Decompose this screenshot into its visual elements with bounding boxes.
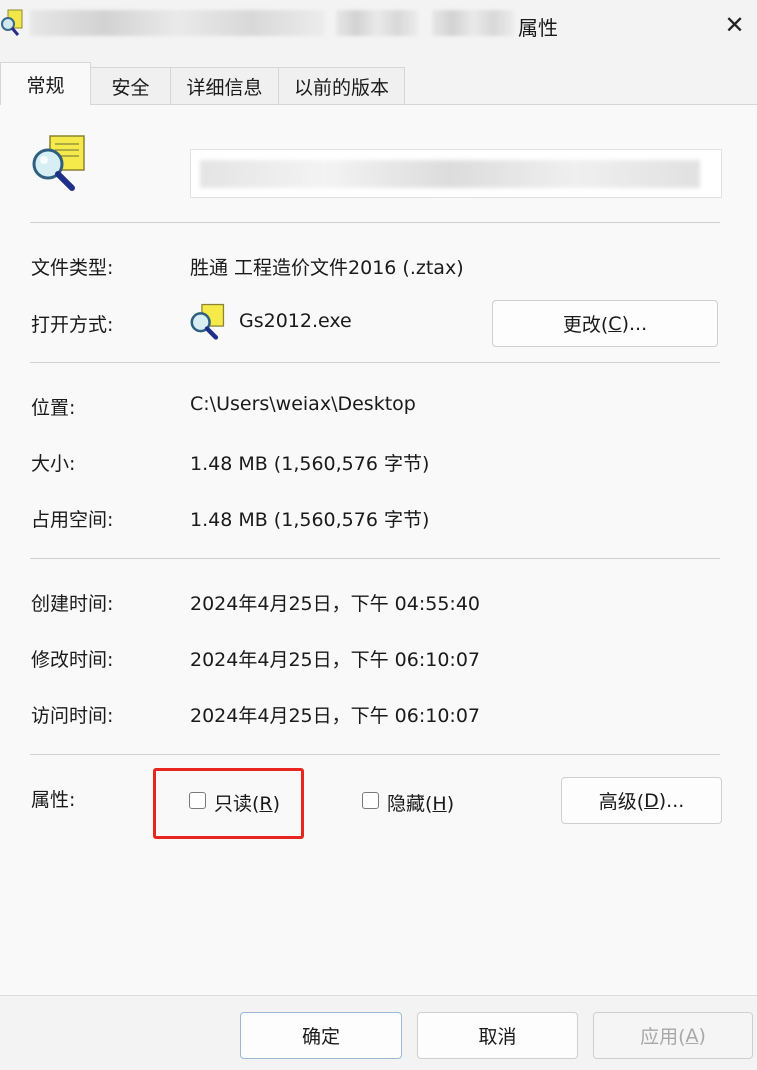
- change-button[interactable]: 更改(C)...: [492, 300, 718, 347]
- advanced-button[interactable]: 高级(D)...: [561, 777, 722, 824]
- size-label: 大小:: [31, 453, 76, 475]
- checkbox-label: 隐藏(: [387, 793, 433, 815]
- separator: [30, 222, 720, 223]
- button-label: 应用(: [640, 1026, 686, 1048]
- access-key: D: [644, 789, 659, 812]
- size-on-disk-label: 占用空间:: [31, 509, 114, 531]
- location-label: 位置:: [31, 397, 76, 419]
- blurred-filename: [200, 160, 700, 188]
- button-label-suffix: )...: [658, 789, 685, 812]
- access-key: A: [685, 1024, 699, 1047]
- file-type-value: 胜通 工程造价文件2016 (.ztax): [190, 257, 464, 279]
- magnifier-document-icon: [188, 302, 226, 344]
- cancel-button[interactable]: 取消: [417, 1012, 578, 1059]
- button-label-suffix: ): [698, 1024, 706, 1047]
- access-key: H: [432, 793, 447, 815]
- blurred-filename: [432, 10, 514, 36]
- access-key: C: [608, 312, 622, 335]
- hidden-label[interactable]: 隐藏(H): [387, 789, 454, 816]
- tab-label: 常规: [26, 74, 65, 97]
- button-label: 高级(: [598, 791, 645, 813]
- button-label: 确定: [301, 1026, 340, 1048]
- created-label: 创建时间:: [31, 593, 114, 615]
- button-label: 取消: [478, 1026, 517, 1048]
- tab-label: 详细信息: [186, 76, 263, 99]
- separator: [30, 754, 720, 755]
- open-with-label: 打开方式:: [31, 314, 114, 336]
- close-button[interactable]: ✕: [712, 4, 757, 46]
- modified-label: 修改时间:: [31, 649, 114, 671]
- app-icon: [0, 8, 26, 42]
- accessed-value: 2024年4月25日，下午 06:10:07: [190, 705, 480, 727]
- tab-label: 安全: [111, 76, 150, 99]
- accessed-label: 访问时间:: [31, 705, 114, 727]
- file-type-label: 文件类型:: [31, 257, 114, 279]
- tab-security[interactable]: 安全: [90, 67, 171, 104]
- tab-previous-versions[interactable]: 以前的版本: [278, 67, 405, 104]
- magnifier-document-icon: [28, 132, 88, 196]
- close-icon: ✕: [724, 11, 745, 39]
- highlight-box: [153, 768, 304, 839]
- button-label-suffix: )...: [621, 312, 648, 335]
- window-title: 属性: [518, 16, 558, 40]
- open-with-value: Gs2012.exe: [239, 310, 352, 332]
- tab-general[interactable]: 常规: [0, 62, 91, 105]
- general-panel: [0, 104, 757, 996]
- title-bar: 属性 ✕: [0, 0, 757, 52]
- tab-label: 以前的版本: [293, 76, 389, 99]
- blurred-filename: [30, 10, 325, 36]
- size-on-disk-value: 1.48 MB (1,560,576 字节): [190, 509, 430, 531]
- separator: [30, 362, 720, 363]
- size-value: 1.48 MB (1,560,576 字节): [190, 453, 430, 475]
- blurred-filename: [336, 10, 418, 36]
- apply-button[interactable]: 应用(A): [593, 1012, 753, 1059]
- tab-details[interactable]: 详细信息: [170, 67, 279, 104]
- created-value: 2024年4月25日，下午 04:55:40: [190, 593, 480, 615]
- button-label: 更改(: [562, 314, 609, 336]
- location-value: C:\Users\weiax\Desktop: [190, 393, 416, 415]
- ok-button[interactable]: 确定: [240, 1012, 402, 1059]
- attributes-label: 属性:: [31, 789, 76, 811]
- modified-value: 2024年4月25日，下午 06:10:07: [190, 649, 480, 671]
- hidden-checkbox[interactable]: [362, 792, 379, 809]
- separator: [30, 558, 720, 559]
- checkbox-label-suffix: ): [446, 793, 455, 815]
